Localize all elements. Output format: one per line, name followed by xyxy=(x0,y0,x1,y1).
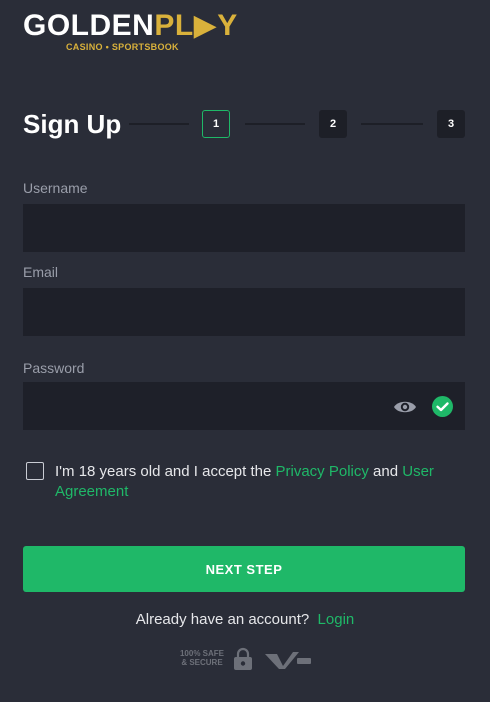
logo-play-text: PL▶Y xyxy=(154,9,238,42)
step-indicator-2: 2 xyxy=(319,110,347,138)
logo-wordmark: GOLDENPL▶Y xyxy=(23,9,238,43)
step-indicator-3: 3 xyxy=(437,110,465,138)
agreement-text: I'm 18 years old and I accept the Privac… xyxy=(55,462,465,502)
eye-icon[interactable] xyxy=(393,397,417,417)
agreement-text-before: I'm 18 years old and I accept the xyxy=(55,463,276,480)
login-prompt-row: Already have an account? Login xyxy=(0,611,490,628)
signup-header: Sign Up 1 2 3 xyxy=(23,108,465,140)
brand-logo[interactable]: GOLDENPL▶Y CASINO • SPORTSBOOK xyxy=(23,9,237,55)
login-link[interactable]: Login xyxy=(318,611,355,628)
logo-golden-text: GOLDEN xyxy=(23,9,155,42)
step-connector xyxy=(129,123,189,125)
agreement-text-middle: and xyxy=(368,463,403,480)
step-connector xyxy=(361,123,423,125)
next-step-button[interactable]: NEXT STEP xyxy=(23,546,465,592)
username-label: Username xyxy=(23,180,88,196)
login-prompt-text: Already have an account? xyxy=(135,611,310,628)
ssl-lock-icon xyxy=(234,647,252,670)
email-label: Email xyxy=(23,264,59,280)
logo-tagline: CASINO • SPORTSBOOK xyxy=(66,42,179,52)
age-agreement-checkbox[interactable] xyxy=(26,462,44,480)
page-title: Sign Up xyxy=(23,109,122,139)
verified-seal-icon xyxy=(265,652,311,669)
step-indicator-1: 1 xyxy=(202,110,230,138)
password-label: Password xyxy=(23,360,85,376)
step-connector xyxy=(245,123,305,125)
safe-secure-badge: 100% SAFE & SECURE xyxy=(179,649,225,667)
privacy-policy-link[interactable]: Privacy Policy xyxy=(276,463,369,480)
username-input[interactable] xyxy=(23,204,465,252)
security-badges: 100% SAFE & SECURE xyxy=(175,644,315,674)
valid-check-icon xyxy=(432,396,453,417)
email-input[interactable] xyxy=(23,288,465,336)
